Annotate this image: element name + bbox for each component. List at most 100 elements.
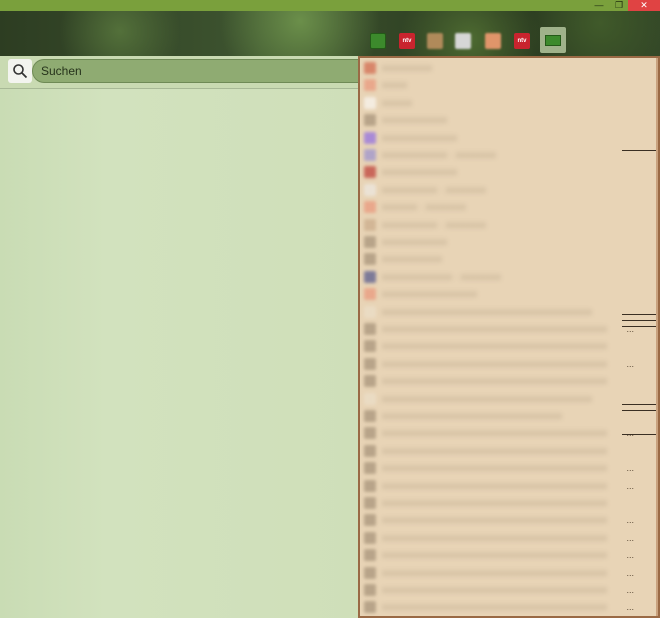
dropdown-item[interactable]: xxxxxxxxxxxxxxxxxxxxxxxxxxxxxxxxxxxxxxxx… [360,478,658,495]
dropdown-item-ellipsis: ... [626,567,634,578]
folder-icon [545,35,561,46]
search-icon[interactable] [8,59,32,83]
site-favicon-icon [364,427,376,440]
maximize-button[interactable]: ❐ [612,0,626,11]
dropdown-item[interactable]: xxxxxxxxxxxx [360,251,658,268]
dropdown-item[interactable]: xxxxxxxxxxxxxxxxxxxxxxxxxxxxxxxxxxxxxxxx… [360,391,658,408]
bookmark-folder-dropdown: xxxxxxxxxx xxxxx xxxxxx xxxxxxxxxxxxx xxxxxx… [358,56,660,618]
dropdown-item[interactable]: xxxxxxxxxxxxxxxxxxxxxxxxxxxxxxxxxxxxxxxx… [360,495,658,512]
site-favicon-icon [364,236,376,248]
dropdown-item[interactable]: xxxxxxxxxxxxxxxxxxxxxxxxxxxxxxxxxxxxxxxx… [360,321,658,338]
separator [622,326,656,327]
dropdown-item-ellipsis: ... [626,532,634,543]
dropdown-item[interactable]: xxxxxxxxxxxxxxxxxxxxxxxxxxxxxxxxxxxxxxxx… [360,460,658,477]
dropdown-item-ellipsis: ... [626,585,634,595]
dropdown-item[interactable]: xxxxxxxxxxxxxxxxxxxxxxxxxxxxxxxxxxxxxxxx… [360,425,658,442]
dropdown-item[interactable]: xxxxxxxxxxxxxx · xxxxxxxx [360,269,658,286]
dropdown-item[interactable]: xxxxxxxxxxxxx [360,112,658,129]
dropdown-item-label: xxxxxxx · xxxxxxxx [382,202,466,214]
dropdown-item-label: xxxxxxxxxxxxxx · xxxxxxxx [382,271,501,283]
dropdown-item-label: xxxxxxxxxxxxxxxxxxxxxxxxxxxxxxxxxxxxxxxx… [382,341,607,353]
dropdown-item[interactable]: xxxxxxxxxxxxxxxxxxx [360,286,658,303]
dropdown-item-label: xxxxxxxxxxxxxxx [382,167,457,179]
dropdown-item-label: xxxxxxxxxxxxxxxxxxxxxxxxxxxxxxxxxxxxxxxx… [382,550,607,562]
dropdown-item[interactable]: xxxxxxxxxxxxxxxxxxxxxxxxxxxxxxxxxxxxxxxx… [360,582,658,599]
dropdown-item[interactable]: xxxxxxxxxxxxxxxxxxxxxxxxxxxxxxxxxxxxxxxx… [360,565,658,582]
dropdown-item[interactable]: xxxxxxxxxxxxxxxxxxxxxxxxxxxxxxxxxxxxxxxx… [360,599,658,616]
dropdown-item-label: xxxxxxxxxxx · xxxxxxxx [382,219,486,231]
bookmark-ntv-icon[interactable]: ntv [514,33,530,49]
dropdown-item-label: xxxxxxxxxxxxxxx [382,132,457,144]
dropdown-item-ellipsis: ... [626,515,634,526]
dropdown-item[interactable]: xxxxxxxxxxx · xxxxxxxx [360,182,658,199]
dropdown-item[interactable]: xxxxxxxxxxxxxxxxxxxxxxxxxxxxxxxxxxxxxxxx… [360,530,658,547]
dropdown-item-label: xxxxxxxxxxxxxxxxxxxxxxxxxxxxxxxxxxxxxxxx… [382,515,607,527]
site-favicon-icon [364,323,376,335]
dropdown-item[interactable]: xxxxxxxxxxxxxxx [360,130,658,147]
dropdown-item-label: xxxxxxxxxxxxxxxxxxxxxxxxxxxxxxxxxxxxxxxx… [382,567,607,579]
dropdown-item[interactable]: xxxxxx [360,95,658,112]
main-pane [0,89,358,618]
minimize-button[interactable]: — [592,0,606,11]
site-favicon-icon [364,114,376,127]
dropdown-item-label: xxxxxxxxxxxxx · xxxxxxxx [382,150,496,161]
dropdown-item[interactable]: xxxxxxxxxxxxxxxxxxxxxxxxxxxxxxxxxxxxxxxx… [360,356,658,373]
search-input[interactable] [32,59,358,83]
site-favicon-icon [364,357,376,370]
bookmark-ntv-icon[interactable]: ntv [399,33,415,49]
dropdown-item-label: xxxxxxxxxxxxxxxxxxxxxxxxxxxxxxxxxxxxxxxx… [382,480,607,492]
bookmark-site-icon[interactable] [485,33,501,49]
bookmark-folder-active[interactable] [540,27,566,53]
separator [622,150,656,151]
window-titlebar [0,0,660,11]
dropdown-item-label: xxxxxxxxxxxxxxxxxxxxxxxxxxxxxxxxxxxxxxxx… [382,532,607,544]
dropdown-item-ellipsis: ... [626,324,634,334]
dropdown-item[interactable]: xxxxxxxxxxxxxxxxxxxxxxxxxxxxxxxxxxxx [360,408,658,425]
site-favicon-icon [364,375,376,388]
dropdown-item-ellipsis: ... [626,602,634,613]
dropdown-item[interactable]: xxxxxxx · xxxxxxxx [360,199,658,216]
dropdown-item-label: xxxxxxxxxxxxx [382,237,447,248]
dropdown-item[interactable]: xxxxxxxxxxx · xxxxxxxx [360,217,658,234]
site-favicon-icon [364,166,376,179]
dropdown-item[interactable]: xxxxxxxxxxxxxxxxxxxxxxxxxxxxxxxxxxxxxxxx… [360,304,658,321]
site-favicon-icon [364,131,376,144]
dropdown-item-label: xxxxxxxxxxx · xxxxxxxx [382,184,486,196]
dropdown-item-label: xxxxxxxxxxxxxxxxxxxxxxxxxxxxxxxxxxxxxxxx… [382,358,607,370]
dropdown-item-ellipsis: ... [626,550,634,561]
dropdown-item[interactable]: xxxxx [360,77,658,94]
site-favicon-icon [364,444,376,457]
site-favicon-icon [364,392,376,405]
bookmark-site-icon[interactable] [455,33,471,49]
dropdown-item[interactable]: xxxxxxxxxxxxxxxxxxxxxxxxxxxxxxxxxxxxxxxx… [360,512,658,529]
bookmarks-toolbar: ntv ntv [0,11,660,56]
dropdown-item-ellipsis: ... [626,480,634,491]
site-favicon-icon [364,270,376,283]
site-favicon-icon [364,601,376,614]
dropdown-item[interactable]: xxxxxxxxxxxxxxxxxxxxxxxxxxxxxxxxxxxxxxxx… [360,373,658,390]
site-favicon-icon [364,514,376,527]
site-favicon-icon [364,62,376,74]
dropdown-item-label: xxxxxxxxxxxxxxxxxxxxxxxxxxxxxxxxxxxxxxxx… [382,445,607,457]
dropdown-item[interactable]: xxxxxxxxxx [360,60,658,77]
dropdown-item[interactable]: xxxxxxxxxxxxxxx [360,164,658,181]
bookmark-folder-icon[interactable] [370,33,386,49]
site-favicon-icon [364,549,376,562]
dropdown-item-ellipsis: ... [626,358,634,369]
dropdown-item[interactable]: xxxxxxxxxxxxxxxxxxxxxxxxxxxxxxxxxxxxxxxx… [360,338,658,355]
dropdown-item-label: xxxxxxxxxx [382,63,432,74]
bookmark-site-icon[interactable] [427,33,443,49]
dropdown-item-label: xxxxxxxxxxxx [382,254,442,266]
site-favicon-icon [364,479,376,492]
dropdown-item[interactable]: xxxxxxxxxxxxx · xxxxxxxx [360,147,658,164]
dropdown-item-label: xxxxxxxxxxxxxxxxxxxxxxxxxxxxxxxxxxxxxxxx… [382,306,592,318]
site-favicon-icon [364,79,376,92]
close-button[interactable]: ✕ [628,0,660,11]
dropdown-item-label: xxxxxxxxxxxxxxxxxxx [382,289,477,301]
dropdown-item[interactable]: xxxxxxxxxxxxx [360,234,658,251]
dropdown-item[interactable]: xxxxxxxxxxxxxxxxxxxxxxxxxxxxxxxxxxxxxxxx… [360,547,658,564]
separator [622,410,656,411]
dropdown-item[interactable]: xxxxxxxxxxxxxxxxxxxxxxxxxxxxxxxxxxxxxxxx… [360,443,658,460]
separator [622,320,656,321]
dropdown-item-label: xxxxxxxxxxxxx [382,115,447,127]
